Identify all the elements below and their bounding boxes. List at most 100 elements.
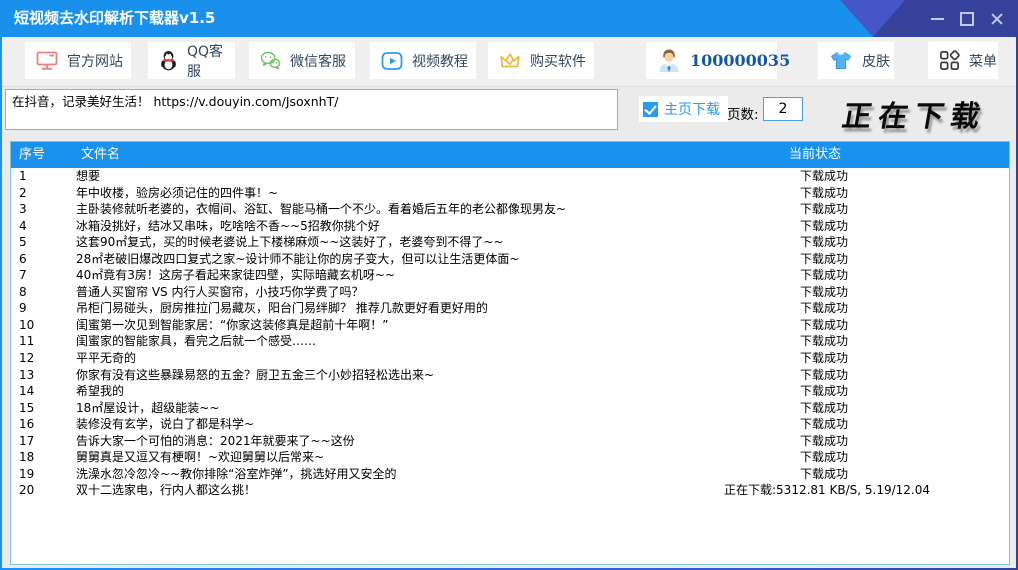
menu-button[interactable]: 菜单	[928, 42, 998, 79]
main-content: 官方网站 QQ客服 微信客服 视频教程 购买软件 100000035 皮肤 菜单…	[2, 37, 1016, 568]
qq-support-label: QQ客服	[187, 43, 224, 80]
row-index: 1	[19, 169, 27, 183]
table-row[interactable]: 6 28㎡老破旧爆改四口复式之家~设计师不能让你的房子变大，但可以让生活更体面~…	[11, 251, 1009, 268]
row-index: 18	[19, 450, 35, 465]
row-status: 下载成功	[800, 450, 849, 465]
pages-input[interactable]	[763, 97, 803, 121]
row-status: 下载成功	[800, 334, 849, 349]
row-status: 下载成功	[800, 251, 849, 266]
row-filename: 吊柜门易碰头，厨房推拉门易藏灰，阳台门易绊脚？ 推荐几款更好看更好用的	[76, 301, 488, 316]
account-button[interactable]: 100000035	[646, 42, 790, 79]
table-row[interactable]: 17 告诉大家一个可怕的消息：2021年就要来了~~这份 下载成功	[11, 433, 1009, 450]
table-row[interactable]: 1 想要 下载成功	[11, 168, 1009, 185]
person-avatar-icon	[659, 49, 679, 72]
video-tutorial-button[interactable]: 视频教程	[370, 42, 476, 79]
download-table: 序号 文件名 当前状态 1 想要 下载成功 2 年中收楼，验房必须记住的四件事！…	[10, 141, 1010, 565]
row-status: 下载成功	[800, 202, 849, 217]
row-status: 下载成功	[800, 169, 849, 183]
skin-button[interactable]: 皮肤	[818, 42, 894, 79]
row-filename: 闺蜜第一次见到智能家居：“你家这装修真是超前十年啊！”	[76, 317, 389, 332]
table-row[interactable]: 14 希望我的 下载成功	[11, 383, 1009, 400]
row-status: 下载成功	[800, 384, 849, 399]
table-row[interactable]: 2 年中收楼，验房必须记住的四件事！~ 下载成功	[11, 185, 1009, 202]
row-status: 下载成功	[800, 351, 849, 366]
header-index: 序号	[19, 147, 46, 162]
row-index: 3	[19, 202, 27, 217]
table-row[interactable]: 3 主卧装修就听老婆的，衣帽间、浴缸、智能马桶一个不少。看着婚后五年的老公都像现…	[11, 201, 1009, 218]
row-filename: 普通人买窗帘 VS 内行人买窗帘，小技巧你学费了吗？	[76, 284, 364, 299]
table-row[interactable]: 18 舅舅真是又逗又有梗啊！~欢迎舅舅以后常来~ 下载成功	[11, 449, 1009, 466]
row-status: 正在下载:5312.81 KB/S, 5.19/12.04	[724, 483, 930, 498]
menu-label: 菜单	[969, 53, 997, 70]
table-row[interactable]: 5 这套90㎡复式，买的时候老婆说上下楼梯麻烦~~这装好了，老婆夸到不得了~~ …	[11, 234, 1009, 251]
app-title: 短视频去水印解析下载器v1.5	[14, 9, 216, 27]
table-row[interactable]: 11 闺蜜家的智能家具，看完之后就一个感受…… 下载成功	[11, 333, 1009, 350]
row-filename: 装修没有玄学，说白了都是科学~	[76, 417, 255, 432]
table-row[interactable]: 12 平平无奇的 下载成功	[11, 350, 1009, 367]
table-row[interactable]: 8 普通人买窗帘 VS 内行人买窗帘，小技巧你学费了吗？ 下载成功	[11, 284, 1009, 301]
wechat-support-label: 微信客服	[290, 53, 346, 70]
url-input[interactable]: 在抖音，记录美好生活！ https://v.douyin.com/JsoxnhT…	[5, 89, 618, 130]
grid-menu-icon	[940, 50, 960, 70]
table-row[interactable]: 7 40㎡竟有3房！这房子看起来家徒四壁，实际暗藏玄机呀~~ 下载成功	[11, 267, 1009, 284]
row-status: 下载成功	[800, 301, 849, 316]
table-row[interactable]: 13 你家有没有这些暴躁易怒的五金？厨卫五金三个小妙招轻松选出来~ 下载成功	[11, 367, 1009, 384]
toolbar: 官方网站 QQ客服 微信客服 视频教程 购买软件 100000035 皮肤 菜单	[2, 37, 1016, 87]
row-filename: 告诉大家一个可怕的消息：2021年就要来了~~这份	[76, 433, 355, 448]
row-status: 下载成功	[800, 218, 849, 233]
video-tutorial-label: 视频教程	[412, 53, 468, 70]
window-controls	[930, 0, 1004, 37]
row-status: 下载成功	[800, 466, 849, 481]
table-row[interactable]: 4 冰箱没挑好，结冰又串味，吃啥啥不香~~5招教你挑个好 下载成功	[11, 218, 1009, 235]
row-status: 下载成功	[800, 400, 849, 415]
row-filename: 想要	[76, 169, 101, 183]
row-index: 11	[19, 334, 35, 349]
homepage-download-toggle[interactable]: 主页下载	[639, 96, 728, 122]
row-status: 下载成功	[800, 433, 849, 448]
row-status: 下载成功	[800, 235, 849, 250]
official-website-label: 官方网站	[67, 53, 123, 70]
row-index: 10	[19, 317, 35, 332]
table-row[interactable]: 9 吊柜门易碰头，厨房推拉门易藏灰，阳台门易绊脚？ 推荐几款更好看更好用的 下载…	[11, 300, 1009, 317]
minimize-button[interactable]	[930, 12, 944, 26]
official-website-button[interactable]: 官方网站	[25, 42, 131, 79]
crown-icon	[500, 52, 520, 67]
wechat-support-button[interactable]: 微信客服	[249, 42, 355, 79]
table-row[interactable]: 10 闺蜜第一次见到智能家居：“你家这装修真是超前十年啊！” 下载成功	[11, 317, 1009, 334]
row-index: 19	[19, 466, 35, 481]
title-bar: 短视频去水印解析下载器v1.5	[0, 0, 1018, 37]
table-row[interactable]: 15 18㎡屋设计，超级能装~~ 下载成功	[11, 400, 1009, 417]
row-filename: 18㎡屋设计，超级能装~~	[76, 400, 220, 415]
close-icon	[990, 12, 1004, 26]
buy-software-button[interactable]: 购买软件	[488, 42, 594, 79]
close-button[interactable]	[990, 12, 1004, 26]
row-index: 14	[19, 384, 35, 399]
row-filename: 28㎡老破旧爆改四口复式之家~设计师不能让你的房子变大，但可以让生活更体面~	[76, 251, 520, 266]
video-play-icon	[381, 51, 403, 70]
row-index: 20	[19, 483, 35, 498]
app-window: 短视频去水印解析下载器v1.5 官方网站 QQ客服 微信客服 视频教程 购买软件…	[0, 0, 1018, 570]
row-status: 下载成功	[800, 185, 849, 200]
table-row[interactable]: 19 洗澡水忽冷忽冷~~教你排除“浴室炸弹”，挑选好用又安全的 下载成功	[11, 466, 1009, 483]
table-row[interactable]: 16 装修没有玄学，说白了都是科学~ 下载成功	[11, 416, 1009, 433]
row-index: 8	[19, 284, 27, 299]
homepage-download-checkbox[interactable]	[643, 101, 658, 117]
row-filename: 闺蜜家的智能家具，看完之后就一个感受……	[76, 334, 317, 349]
row-status: 下载成功	[800, 367, 849, 382]
maximize-button[interactable]	[960, 11, 974, 26]
row-index: 5	[19, 235, 27, 250]
table-row[interactable]: 20 双十二选家电，行内人都这么挑！ 正在下载:5312.81 KB/S, 5.…	[11, 482, 1009, 499]
buy-software-label: 购买软件	[530, 53, 586, 70]
wechat-icon	[260, 51, 281, 70]
row-status: 下载成功	[800, 317, 849, 332]
row-filename: 舅舅真是又逗又有梗啊！~欢迎舅舅以后常来~	[76, 450, 325, 465]
qq-support-button[interactable]: QQ客服	[148, 42, 235, 80]
row-index: 7	[19, 268, 27, 283]
table-body: 1 想要 下载成功 2 年中收楼，验房必须记住的四件事！~ 下载成功 3 主卧装…	[11, 168, 1009, 564]
tshirt-icon	[830, 51, 852, 69]
row-filename: 希望我的	[76, 384, 125, 399]
skin-label: 皮肤	[862, 53, 890, 70]
minimize-icon	[930, 17, 944, 20]
homepage-download-label: 主页下载	[664, 102, 720, 118]
row-index: 16	[19, 417, 35, 432]
